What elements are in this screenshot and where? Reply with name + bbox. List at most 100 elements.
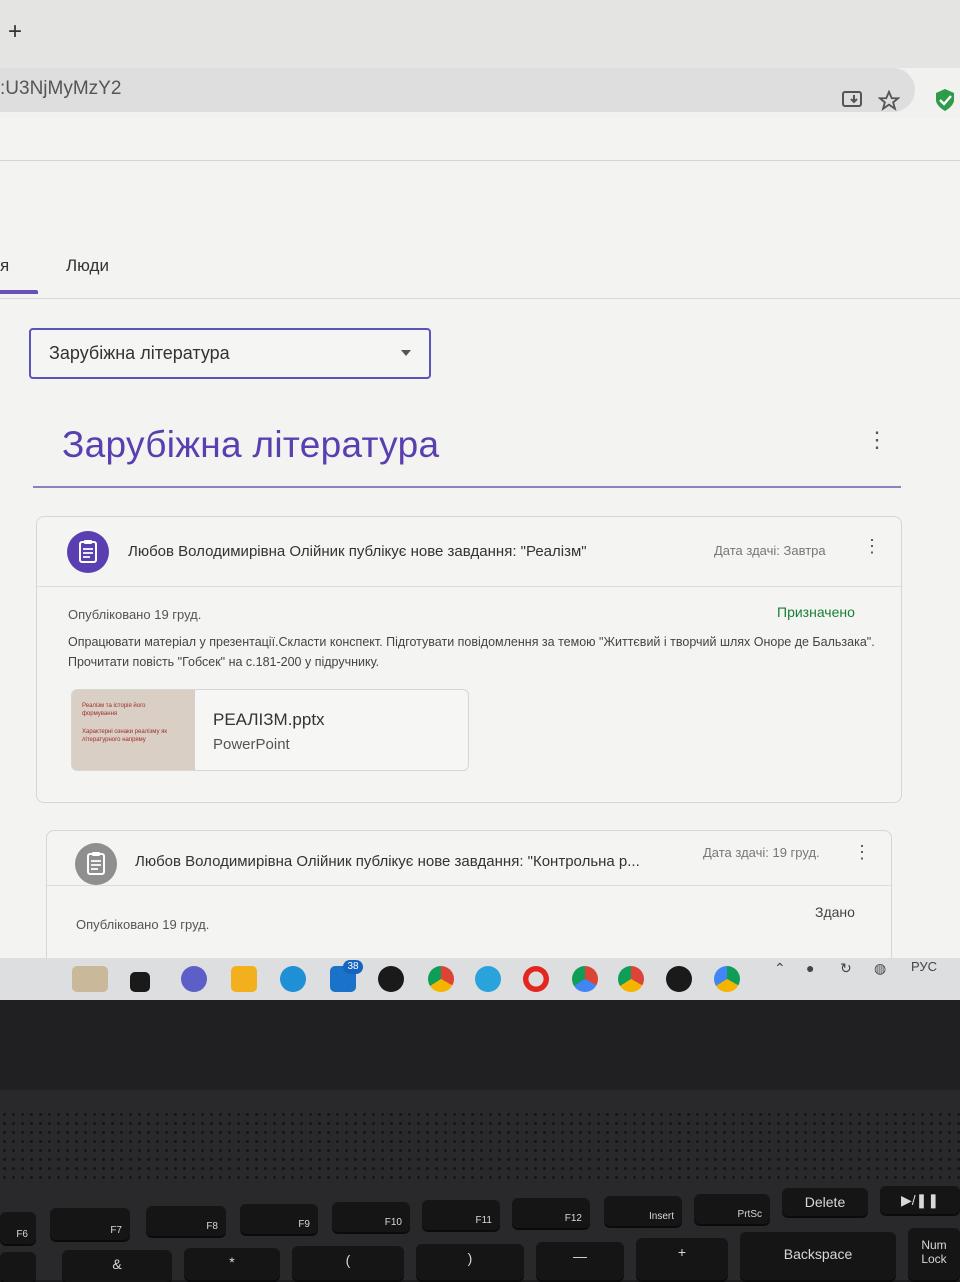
tray-chrome-icon[interactable]: ◍: [874, 960, 886, 977]
key-tilde[interactable]: [0, 1252, 36, 1282]
key-8[interactable]: *: [184, 1248, 280, 1280]
sync-icon[interactable]: ↻: [840, 960, 852, 977]
key-label: Num Lock: [921, 1238, 947, 1266]
laptop-bezel: [0, 1000, 960, 1090]
attachment-thumbnail: Реалізм та історія його формування Харак…: [72, 690, 195, 770]
assignment-status: Призначено: [777, 604, 855, 620]
address-bar[interactable]: :U3NjMyMzY2: [0, 68, 915, 112]
assignment-card[interactable]: Любов Володимирівна Олійник публікує нов…: [36, 516, 902, 803]
topic-select-value: Зарубіжна література: [49, 343, 230, 363]
opera-icon[interactable]: [523, 966, 549, 992]
tab-people[interactable]: Люди: [66, 256, 109, 276]
attachment-type: PowerPoint: [213, 736, 290, 753]
key-label: F11: [475, 1215, 493, 1226]
speaker-grille: [0, 1110, 960, 1180]
key-f8[interactable]: F8: [146, 1206, 226, 1236]
key-label: Backspace: [783, 1246, 853, 1262]
assignment-icon: [67, 531, 109, 573]
chevron-up-icon[interactable]: ⌃: [774, 960, 786, 977]
key-f10[interactable]: F10: [332, 1202, 410, 1232]
active-tab-indicator: [0, 290, 38, 294]
key-label: F8: [206, 1221, 218, 1232]
w-app-icon[interactable]: [378, 966, 404, 992]
key-label: *: [229, 1254, 235, 1270]
key-label: Insert: [648, 1211, 674, 1222]
key-f12[interactable]: F12: [512, 1198, 590, 1228]
more-options-icon[interactable]: ⋮: [853, 843, 871, 861]
topic-select[interactable]: Зарубіжна література: [29, 328, 431, 379]
key-f9[interactable]: F9: [240, 1204, 318, 1234]
chat-icon[interactable]: [181, 966, 207, 992]
key-insert[interactable]: Insert: [604, 1196, 682, 1226]
star-icon[interactable]: [877, 89, 901, 118]
card-divider: [47, 885, 891, 886]
assignment-title[interactable]: Любов Володимирівна Олійник публікує нов…: [128, 543, 587, 560]
key-f6[interactable]: F6: [0, 1212, 36, 1244]
tab-stream[interactable]: я: [0, 256, 9, 276]
assignment-status: Здано: [815, 904, 855, 920]
key-delete[interactable]: Delete: [782, 1188, 868, 1216]
topic-title: Зарубіжна література: [62, 424, 440, 465]
more-options-icon[interactable]: ⋮: [863, 537, 881, 555]
assignment-card[interactable]: Любов Володимирівна Олійник публікує нов…: [46, 830, 892, 972]
taskview-icon[interactable]: [130, 972, 150, 992]
assignment-title[interactable]: Любов Володимирівна Олійник публікує нов…: [135, 853, 640, 870]
thumbnail-text: Реалізм та історія його формування: [82, 703, 146, 717]
published-date: Опубліковано 19 груд.: [76, 917, 210, 932]
key-label: ): [467, 1250, 473, 1266]
key-label: (: [345, 1252, 351, 1268]
thumbnail-text: Характерні ознаки реалізму як літературн…: [82, 729, 168, 743]
chrome-icon[interactable]: [714, 966, 740, 992]
shield-extension-icon[interactable]: [934, 88, 956, 112]
browser-tabstrip: +: [0, 0, 960, 68]
key-play-pause[interactable]: ▶/❚❚: [880, 1186, 960, 1214]
card-divider: [37, 586, 901, 587]
attachment-card[interactable]: Реалізм та історія його формування Харак…: [71, 689, 469, 771]
explorer-icon[interactable]: [231, 966, 257, 992]
due-date: Дата здачі: 19 груд.: [703, 845, 820, 860]
key-7[interactable]: &: [62, 1250, 172, 1282]
new-tab-button[interactable]: +: [8, 18, 22, 46]
key-9[interactable]: (: [292, 1246, 404, 1280]
widget-icon[interactable]: [72, 966, 108, 992]
mail-badge: 38: [343, 960, 363, 974]
key-f11[interactable]: F11: [422, 1200, 500, 1230]
attachment-name: РЕАЛІЗМ.pptx: [213, 710, 325, 729]
key-backspace[interactable]: Backspace: [740, 1232, 896, 1280]
tray-app-icon[interactable]: ●: [806, 960, 814, 976]
chrome-icon[interactable]: [572, 966, 598, 992]
key-equals[interactable]: +: [636, 1238, 728, 1280]
key-label: &: [112, 1256, 122, 1272]
header-divider: [0, 160, 960, 161]
due-date: Дата здачі: Завтра: [714, 543, 826, 558]
key-numlock[interactable]: Num Lock: [908, 1228, 960, 1280]
topic-more-icon[interactable]: ⋮: [866, 429, 888, 451]
key-label: PrtSc: [737, 1209, 762, 1220]
key-minus[interactable]: —: [536, 1242, 624, 1280]
published-date: Опубліковано 19 груд.: [68, 607, 202, 622]
key-label: F10: [384, 1217, 402, 1228]
key-prtsc[interactable]: PrtSc: [694, 1194, 770, 1224]
assignment-icon: [75, 843, 117, 885]
key-label: Delete: [804, 1194, 846, 1210]
chrome-icon[interactable]: [428, 966, 454, 992]
play-pause-icon: ▶/❚❚: [900, 1192, 940, 1208]
caret-down-icon: [401, 350, 411, 356]
key-label: +: [677, 1244, 687, 1260]
laptop-screen: + :U3NjMyMzY2 я Люди Зарубіжна літератур…: [0, 0, 960, 1000]
w-app-icon[interactable]: [666, 966, 692, 992]
telegram-icon[interactable]: [475, 966, 501, 992]
key-label: —: [573, 1248, 587, 1264]
key-label: F6: [16, 1229, 28, 1240]
chrome-icon[interactable]: [618, 966, 644, 992]
language-indicator[interactable]: РУС: [911, 959, 937, 974]
key-label: F7: [110, 1225, 122, 1236]
topic-divider: [33, 486, 901, 488]
key-f7[interactable]: F7: [50, 1208, 130, 1240]
key-label: F9: [298, 1219, 310, 1230]
key-label: F12: [564, 1213, 582, 1224]
edge-icon[interactable]: [280, 966, 306, 992]
install-icon[interactable]: [842, 90, 864, 116]
key-0[interactable]: ): [416, 1244, 524, 1280]
url-text[interactable]: :U3NjMyMzY2: [0, 78, 121, 100]
